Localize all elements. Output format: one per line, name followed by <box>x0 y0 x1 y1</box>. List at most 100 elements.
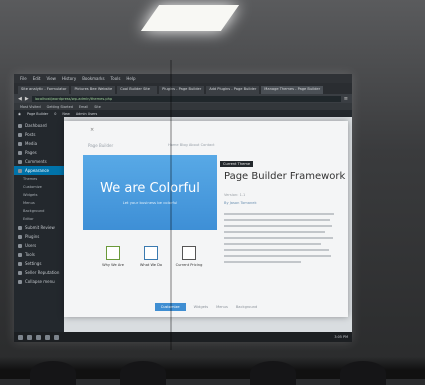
sidebar-item-label: Collapse menu <box>25 279 55 284</box>
address-bar: ◀ ▶ localhost/wordpress/wp-admin/themes.… <box>14 94 352 103</box>
head-silhouette <box>30 361 76 385</box>
themes-content: × Page Builder Home Blog About Contact W… <box>64 117 352 332</box>
sidebar-item-label: Settings <box>25 261 42 266</box>
sidebar-item-submit-review[interactable]: Submit Review <box>14 223 64 232</box>
preview-site-title: Page Builder <box>88 143 114 148</box>
sidebar-item-label: Widgets <box>23 193 38 197</box>
sidebar-item-dashboard[interactable]: Dashboard <box>14 121 64 130</box>
sidebar-item-themes[interactable]: Themes <box>14 175 64 183</box>
sidebar-item-background[interactable]: Background <box>14 207 64 215</box>
monitor-icon <box>144 246 158 260</box>
menu-file[interactable]: File <box>20 76 27 81</box>
sidebar-item-seller-reputation[interactable]: Seller Reputation <box>14 268 64 277</box>
tab-5[interactable]: Add Plugins - Page Builder <box>206 86 260 94</box>
projected-screen: File Edit View History Bookmarks Tools H… <box>14 74 352 342</box>
sidebar-item-widgets[interactable]: Widgets <box>14 191 64 199</box>
sidebar-icon <box>18 168 22 173</box>
sidebar-icon <box>18 261 22 266</box>
tab-3[interactable]: Cool Builder Site <box>117 86 158 94</box>
terminal-icon[interactable] <box>54 334 59 340</box>
sidebar-item-pages[interactable]: Pages <box>14 148 64 157</box>
wp-logo-icon[interactable]: ◉ <box>18 112 21 116</box>
sidebar-item-label: Appearance <box>25 168 50 173</box>
sidebar-icon <box>18 270 22 275</box>
clock: 3:05 PM <box>334 335 348 339</box>
bookmark-2[interactable]: Getting Started <box>47 105 73 109</box>
sidebar-item-label: Menus <box>23 201 35 205</box>
menu-view[interactable]: View <box>46 76 56 81</box>
tab-6-active[interactable]: Manage Themes - Page Builder <box>261 86 324 94</box>
sidebar-item-comments[interactable]: Comments <box>14 157 64 166</box>
url-field[interactable]: localhost/wordpress/wp-admin/themes.php <box>31 95 341 102</box>
bookmarks-bar: Most Visited Getting Started Email Site <box>14 103 352 110</box>
wpbar-user[interactable]: Admin Users <box>76 112 97 116</box>
menu-history[interactable]: History <box>62 76 76 81</box>
sidebar-item-users[interactable]: Users <box>14 241 64 250</box>
ceiling-light <box>140 5 240 31</box>
sidebar-item-editor[interactable]: Editor <box>14 215 64 223</box>
close-icon[interactable]: × <box>90 127 94 133</box>
back-icon[interactable]: ◀ <box>18 96 22 102</box>
theme-author[interactable]: By Jason Tomanek <box>224 201 257 205</box>
sidebar-item-posts[interactable]: Posts <box>14 130 64 139</box>
theme-screenshot-hero: We are Colorful Let your business be col… <box>83 155 217 230</box>
sidebar-item-label: Media <box>25 141 38 146</box>
wpbar-comments[interactable]: 0 <box>54 112 56 116</box>
bookmark-3[interactable]: Email <box>79 105 88 109</box>
forward-icon[interactable]: ▶ <box>25 96 29 102</box>
menu-help[interactable]: Help <box>126 76 135 81</box>
sidebar-icon <box>18 159 22 164</box>
browser-icon[interactable] <box>45 334 50 340</box>
feature-2-label: What We Do <box>139 263 163 267</box>
sidebar-icon <box>18 141 22 146</box>
bookmark-1[interactable]: Most Visited <box>20 105 41 109</box>
theme-actions: Customize Widgets Menus Background <box>64 303 348 311</box>
hero-title: We are Colorful <box>100 181 200 196</box>
tab-4[interactable]: Plugins - Page Builder <box>159 86 205 94</box>
bookmark-4[interactable]: Site <box>94 105 101 109</box>
sidebar-item-settings[interactable]: Settings <box>14 259 64 268</box>
menu-bookmarks[interactable]: Bookmarks <box>82 76 104 81</box>
tab-1[interactable]: Site analytic - Formulator <box>18 86 70 94</box>
sidebar-item-appearance[interactable]: Appearance <box>14 166 64 175</box>
sidebar-item-tools[interactable]: Tools <box>14 250 64 259</box>
widgets-link[interactable]: Widgets <box>194 305 209 309</box>
sidebar-icon <box>18 132 22 137</box>
browser-menubar: File Edit View History Bookmarks Tools H… <box>14 74 352 83</box>
theme-description <box>224 213 334 267</box>
theme-version: Version: 1.1 <box>224 193 246 197</box>
menu-edit[interactable]: Edit <box>33 76 41 81</box>
sidebar-item-collapse-menu[interactable]: Collapse menu <box>14 277 64 286</box>
sidebar-item-plugins[interactable]: Plugins <box>14 232 64 241</box>
box-icon <box>182 246 196 260</box>
background-link[interactable]: Background <box>236 305 257 309</box>
theme-title: Page Builder Framework <box>224 171 346 182</box>
start-icon[interactable] <box>18 334 23 340</box>
screen-seam <box>170 60 172 350</box>
browser-tabbar: Site analytic - Formulator Pictures Bee … <box>14 83 352 94</box>
sidebar-item-label: Plugins <box>25 234 40 239</box>
sidebar-icon <box>18 225 22 230</box>
menus-link[interactable]: Menus <box>216 305 228 309</box>
admin-sidebar: Dashboard Posts Media Pages Comments Appearan… <box>14 117 64 332</box>
sidebar-item-label: Dashboard <box>25 123 47 128</box>
menu-icon[interactable]: ≡ <box>344 96 348 102</box>
sidebar-icon <box>18 150 22 155</box>
wpbar-site[interactable]: Page Builder <box>27 112 48 116</box>
search-icon[interactable] <box>27 334 32 340</box>
wpbar-new[interactable]: New <box>62 112 69 116</box>
sidebar-item-menus[interactable]: Menus <box>14 199 64 207</box>
sidebar-item-label: Comments <box>25 159 47 164</box>
sidebar-item-label: Pages <box>25 150 37 155</box>
current-theme-badge: Current Theme <box>220 161 254 167</box>
menu-tools[interactable]: Tools <box>111 76 121 81</box>
sidebar-item-label: Editor <box>23 217 34 221</box>
feature-3-label: Current Pricing <box>175 263 203 267</box>
tab-2[interactable]: Pictures Bee Website <box>71 86 116 94</box>
sidebar-item-customize[interactable]: Customize <box>14 183 64 191</box>
sidebar-icon <box>18 243 22 248</box>
folder-icon[interactable] <box>36 334 41 340</box>
audience-silhouettes <box>0 357 425 385</box>
sidebar-item-media[interactable]: Media <box>14 139 64 148</box>
head-silhouette <box>250 361 296 385</box>
